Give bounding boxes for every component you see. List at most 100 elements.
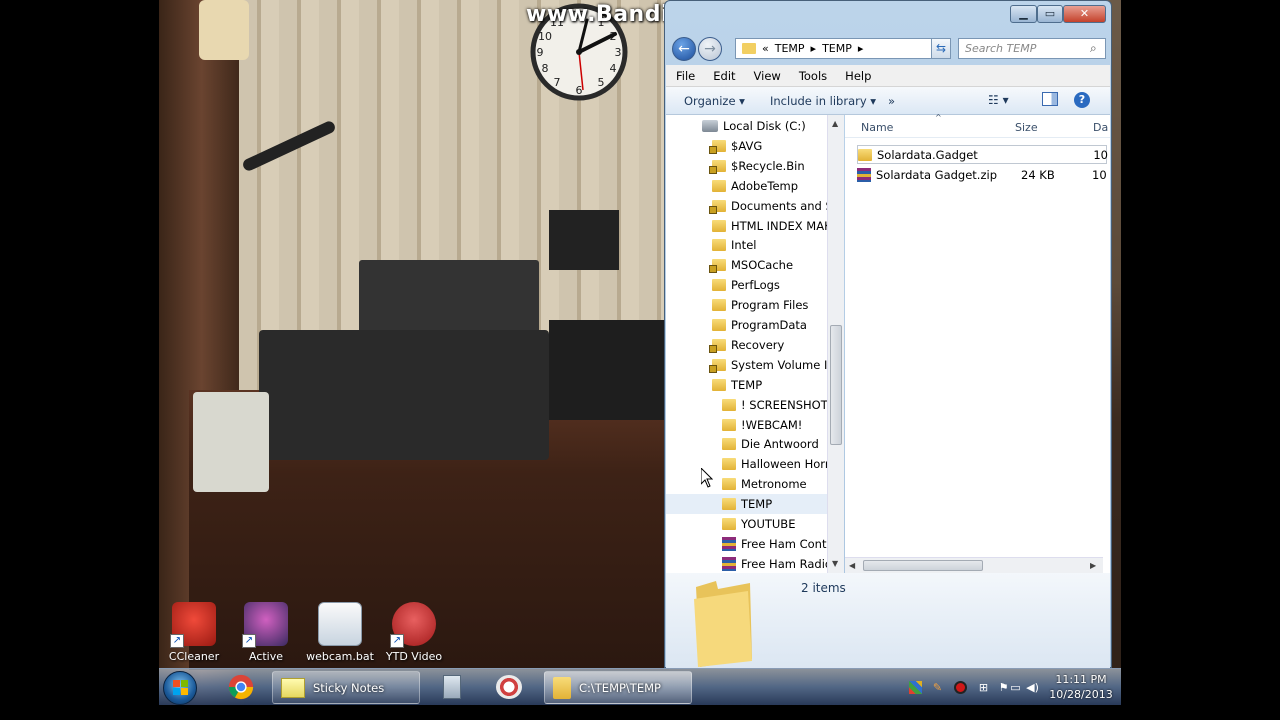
tree-item[interactable]: YOUTUBE (722, 514, 795, 534)
file-row-solardata-zip[interactable]: Solardata Gadget.zip 24 KB 10 (857, 165, 1107, 184)
taskbar-chrome[interactable] (221, 671, 261, 704)
tree-item[interactable]: $Recycle.Bin (709, 156, 805, 176)
locked-folder-icon (709, 338, 726, 353)
menu-tools[interactable]: Tools (789, 69, 835, 83)
organize-button[interactable]: Organize ▾ (684, 94, 745, 108)
tree-item[interactable]: TEMP (712, 375, 762, 395)
view-options-icon[interactable]: ☷ ▾ (988, 93, 1009, 107)
address-bar[interactable]: « TEMP ▸ TEMP ▸ ▼ (735, 38, 949, 59)
search-input[interactable]: Search TEMP (958, 38, 1106, 59)
folder-icon (722, 498, 736, 511)
tree-item[interactable]: Intel (712, 235, 756, 255)
column-header-date[interactable]: Da (1093, 121, 1108, 134)
breadcrumb-temp-sub[interactable]: TEMP (822, 39, 852, 58)
large-folder-icon (694, 581, 752, 667)
tree-item[interactable]: PerfLogs (712, 275, 780, 295)
back-button[interactable]: ← (672, 37, 696, 61)
tray-network-app-icon[interactable]: ⊞ (977, 681, 990, 694)
svg-text:8: 8 (542, 62, 549, 75)
folder-icon (722, 438, 736, 451)
folder-icon (712, 319, 726, 331)
start-button[interactable] (163, 671, 197, 705)
navigation-scrollbar[interactable]: ▲ ▼ (827, 115, 844, 573)
tray-tools-icon[interactable]: ✎ (931, 681, 944, 694)
refresh-button[interactable]: ⇆ (931, 38, 951, 59)
minimize-button[interactable]: ▁ (1010, 5, 1037, 23)
search-icon[interactable]: ⌕ (1090, 41, 1097, 56)
svg-text:10: 10 (538, 30, 552, 43)
tree-item[interactable]: ProgramData (712, 315, 807, 335)
desktop-icon-ytd-video[interactable]: ↗ YTD Video (379, 602, 449, 663)
folder-icon (722, 458, 736, 471)
tree-item[interactable]: Free Ham Radio (722, 554, 832, 573)
scroll-down-icon[interactable]: ▼ (832, 559, 838, 568)
tray-clock-date[interactable]: 10/28/2013 (1049, 688, 1113, 701)
forward-button[interactable]: → (698, 37, 722, 61)
tray-office-icon[interactable] (909, 681, 922, 694)
desktop-icon-active[interactable]: ↗ Active (231, 602, 301, 663)
desktop-icon-webcam-bat[interactable]: webcam.bat (305, 602, 375, 663)
menu-file[interactable]: File (666, 69, 703, 83)
include-in-library-button[interactable]: Include in library ▾ (770, 94, 876, 108)
file-row-solardata-gadget[interactable]: Solardata.Gadget 10 (857, 145, 1108, 164)
tree-item[interactable]: Die Antwoord (722, 434, 819, 454)
file-list-hscrollbar[interactable]: ◀ ▶ (845, 557, 1103, 573)
menu-help[interactable]: Help (835, 69, 879, 83)
scrollbar-thumb[interactable] (830, 325, 842, 445)
folder-icon (722, 398, 736, 411)
tray-volume-icon[interactable]: ◀) (1026, 681, 1039, 694)
preview-pane-icon[interactable] (1042, 92, 1058, 106)
shortcut-arrow-icon: ↗ (390, 634, 404, 648)
help-icon[interactable]: ? (1074, 92, 1090, 108)
tree-item[interactable]: !WEBCAM! (722, 415, 802, 435)
tree-item[interactable]: Recovery (709, 335, 784, 355)
tree-item[interactable]: Free Ham Conta (722, 534, 834, 554)
scrollbar-thumb[interactable] (863, 560, 983, 571)
scroll-up-icon[interactable]: ▲ (832, 119, 838, 128)
tree-item[interactable]: TEMP (666, 494, 828, 515)
svg-text:9: 9 (537, 46, 544, 59)
navigation-pane[interactable]: Local Disk (C:) $AVG $Recycle.Bin AdobeTemp… (666, 115, 844, 573)
column-header-name[interactable]: Name (861, 121, 893, 134)
tree-item[interactable]: HTML INDEX MAK (712, 216, 832, 236)
breadcrumb-separator[interactable]: ▸ (811, 39, 817, 58)
scroll-left-icon[interactable]: ◀ (849, 561, 855, 570)
tree-item-label: Local Disk (C:) (723, 119, 806, 133)
close-button[interactable]: ✕ (1063, 5, 1106, 23)
toolbar-overflow-button[interactable]: » (888, 94, 895, 108)
explorer-window[interactable]: ▁ ▭ ✕ ← → « TEMP ▸ TEMP ▸ ▼ ⇆ Search TEM… (664, 0, 1112, 669)
taskbar-calculator[interactable] (431, 671, 473, 704)
tree-item[interactable]: MSOCache (709, 255, 793, 275)
tree-item[interactable]: System Volume Inf (709, 355, 839, 375)
breadcrumb-temp[interactable]: TEMP (775, 39, 805, 58)
menu-edit[interactable]: Edit (703, 69, 743, 83)
tray-monitor-icon[interactable]: ▭ (1009, 681, 1022, 694)
tree-item[interactable]: Metronome (722, 474, 807, 494)
scroll-right-icon[interactable]: ▶ (1090, 561, 1096, 570)
maximize-button[interactable]: ▭ (1037, 5, 1063, 23)
desktop-icon-ccleaner[interactable]: ↗ CCleaner (159, 602, 229, 663)
taskbar-sticky-notes[interactable]: Sticky Notes (272, 671, 420, 704)
tree-item[interactable]: Program Files (712, 295, 808, 315)
column-header-size[interactable]: Size (1015, 121, 1038, 134)
tree-item[interactable]: Halloween Horro (722, 454, 836, 474)
menu-view[interactable]: View (744, 69, 789, 83)
tree-item[interactable]: Local Disk (C:) (702, 116, 806, 136)
desktop-icon-label: webcam.bat (306, 650, 374, 663)
taskbar-snipping-tool[interactable] (487, 671, 531, 704)
taskbar-explorer-temp[interactable]: C:\TEMP\TEMP (544, 671, 692, 704)
sticky-notes-icon (281, 677, 305, 698)
breadcrumb-separator[interactable]: ▸ (858, 39, 864, 58)
tree-item-label: TEMP (741, 497, 773, 512)
tree-item-label: AdobeTemp (731, 178, 799, 193)
tree-item[interactable]: AdobeTemp (712, 176, 798, 196)
tree-item[interactable]: ! SCREENSHOTS (722, 395, 835, 415)
tree-item[interactable]: Documents and Se (709, 196, 840, 216)
breadcrumb-overflow[interactable]: « (762, 39, 769, 58)
file-list-pane[interactable]: Name ^ Size Da Solardata.Gadget 10 Solar… (845, 113, 1110, 573)
tree-item[interactable]: $AVG (709, 136, 762, 156)
svg-text:3: 3 (615, 46, 622, 59)
tree-item-label: !WEBCAM! (741, 417, 803, 432)
tray-clock-time[interactable]: 11:11 PM (1049, 673, 1113, 686)
tray-record-icon[interactable] (954, 681, 967, 694)
